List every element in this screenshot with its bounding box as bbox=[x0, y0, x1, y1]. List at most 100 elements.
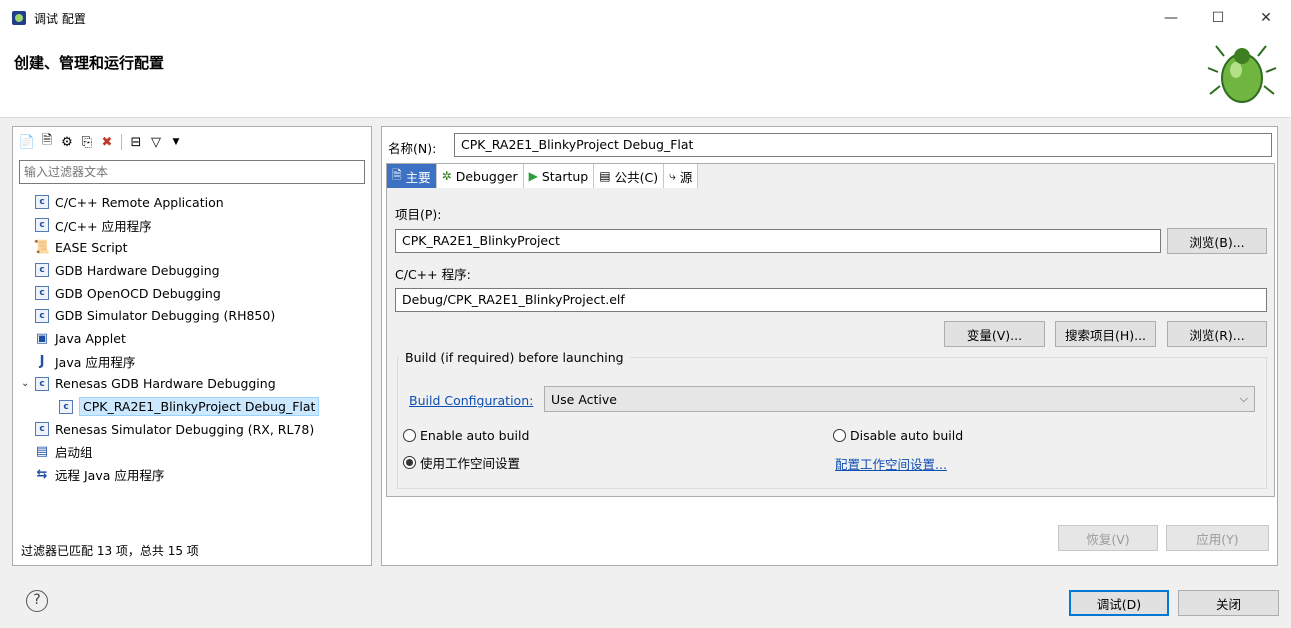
build-configuration-value: Use Active bbox=[551, 391, 617, 407]
tree-item-label: GDB OpenOCD Debugging bbox=[55, 285, 221, 301]
config-toolbar: 📄 🗎 ⚙ ⎘ ✖ ⊟ ▽ ▼ bbox=[19, 131, 184, 153]
tree-item-label: Java 应用程序 bbox=[55, 354, 136, 370]
c-icon: c bbox=[59, 399, 73, 414]
filter-icon[interactable]: ▽ bbox=[148, 134, 164, 150]
use-workspace-settings-radio[interactable]: 使用工作空间设置 bbox=[403, 453, 520, 472]
build-configuration-select[interactable]: Use Active ⌵ bbox=[544, 386, 1255, 412]
new-prototype-icon[interactable]: 🗎 bbox=[39, 133, 55, 150]
filter-input[interactable] bbox=[19, 160, 365, 184]
toolbar-separator bbox=[121, 134, 122, 150]
duplicate-icon[interactable]: ⎘ bbox=[79, 134, 95, 150]
tree-item[interactable]: c GDB Hardware Debugging bbox=[19, 259, 365, 282]
tree-item[interactable]: c GDB Simulator Debugging (RH850) bbox=[19, 304, 365, 327]
tree-item-label: Renesas GDB Hardware Debugging bbox=[55, 376, 276, 392]
tab-label: 源 bbox=[679, 169, 693, 185]
main-tab-icon: 🗎 bbox=[392, 167, 402, 182]
enable-auto-build-label: Enable auto build bbox=[420, 428, 530, 443]
dropdown-arrow-icon[interactable]: ▼ bbox=[168, 134, 184, 150]
radio-indicator-selected bbox=[403, 456, 416, 469]
maximize-button[interactable]: ☐ bbox=[1198, 6, 1238, 30]
tree-item[interactable]: ⇆ 远程 Java 应用程序 bbox=[19, 463, 365, 486]
c-icon: c bbox=[35, 376, 49, 391]
configuration-list-panel: 📄 🗎 ⚙ ⎘ ✖ ⊟ ▽ ▼ c C/C++ Remote Applicatio… bbox=[12, 126, 372, 566]
tab-label: Startup bbox=[541, 168, 589, 184]
disable-auto-build-label: Disable auto build bbox=[850, 428, 964, 443]
tree-item[interactable]: ⌄ c Renesas GDB Hardware Debugging bbox=[19, 373, 365, 396]
bug-banner-icon bbox=[1207, 45, 1277, 103]
c-icon: c bbox=[35, 195, 49, 210]
tree-item-label: EASE Script bbox=[55, 240, 128, 256]
build-group-title: Build (if required) before launching bbox=[399, 350, 630, 365]
name-label: 名称(N): bbox=[388, 141, 437, 156]
chevron-down-icon: ⌵ bbox=[1239, 392, 1248, 405]
delete-icon[interactable]: ✖ bbox=[99, 134, 115, 150]
tab-label: 主要 bbox=[405, 169, 431, 185]
project-field[interactable]: CPK_RA2E1_BlinkyProject bbox=[395, 229, 1161, 253]
close-button[interactable]: 关闭 bbox=[1178, 590, 1279, 616]
new-config-icon[interactable]: 📄 bbox=[19, 134, 35, 150]
program-field[interactable]: Debug/CPK_RA2E1_BlinkyProject.elf bbox=[395, 288, 1267, 312]
apply-button[interactable]: 应用(Y) bbox=[1166, 525, 1269, 551]
tree-item-label: GDB Simulator Debugging (RH850) bbox=[55, 308, 276, 324]
tab-4[interactable]: ⤷ 源 bbox=[664, 164, 699, 188]
c-icon: c bbox=[35, 218, 49, 233]
build-group-box bbox=[397, 357, 1267, 489]
applet-icon: ▣ bbox=[35, 330, 49, 346]
tree-item[interactable]: c GDB OpenOCD Debugging bbox=[19, 282, 365, 305]
project-label: 项目(P): bbox=[395, 207, 442, 222]
variables-button[interactable]: 变量(V)... bbox=[944, 321, 1045, 347]
browse-program-button[interactable]: 浏览(R)... bbox=[1167, 321, 1267, 347]
debug-button[interactable]: 调试(D) bbox=[1069, 590, 1169, 616]
tree-item[interactable]: ▣ Java Applet bbox=[19, 327, 365, 350]
tree-item-label: C/C++ 应用程序 bbox=[55, 218, 152, 234]
radio-indicator bbox=[403, 429, 416, 442]
use-workspace-settings-label: 使用工作空间设置 bbox=[420, 456, 521, 471]
debugger-tab-icon: ✲ bbox=[441, 169, 452, 183]
export-icon[interactable]: ⚙ bbox=[59, 134, 75, 150]
filter-status: 过滤器已匹配 13 项，总共 15 项 bbox=[21, 544, 199, 558]
tree-item[interactable]: c C/C++ Remote Application bbox=[19, 191, 365, 214]
expand-chevron-icon[interactable]: ⌄ bbox=[21, 378, 35, 389]
disable-auto-build-radio[interactable]: Disable auto build bbox=[833, 428, 963, 443]
program-label: C/C++ 程序: bbox=[395, 267, 471, 282]
tab-label: Debugger bbox=[455, 168, 518, 184]
tree-item[interactable]: c Renesas Simulator Debugging (RX, RL78) bbox=[19, 418, 365, 441]
window-title: 调试 配置 bbox=[34, 12, 86, 26]
build-configuration-link[interactable]: Build Configuration: bbox=[409, 393, 533, 408]
startup-tab-icon: ▶ bbox=[528, 169, 538, 183]
tab-1[interactable]: ✲ Debugger bbox=[436, 164, 524, 188]
tree-item-label: 远程 Java 应用程序 bbox=[55, 468, 165, 484]
collapse-all-icon[interactable]: ⊟ bbox=[128, 134, 144, 150]
c-icon: c bbox=[35, 286, 49, 301]
tree-item[interactable]: 📜 EASE Script bbox=[19, 236, 365, 259]
launch-group-icon: ▤ bbox=[35, 444, 49, 460]
minimize-button[interactable]: — bbox=[1151, 6, 1191, 30]
close-window-button[interactable]: ✕ bbox=[1246, 6, 1286, 30]
tree-item[interactable]: c CPK_RA2E1_BlinkyProject Debug_Flat bbox=[19, 395, 365, 418]
c-icon: c bbox=[35, 263, 49, 278]
config-tree: c C/C++ Remote Application c C/C++ 应用程序 📜 EAS… bbox=[19, 191, 365, 486]
tree-item[interactable]: ▤ 启动组 bbox=[19, 441, 365, 464]
tree-item[interactable]: c C/C++ 应用程序 bbox=[19, 214, 365, 237]
tab-2[interactable]: ▶ Startup bbox=[523, 164, 595, 188]
tree-item-label: 启动组 bbox=[55, 445, 93, 461]
script-icon: 📜 bbox=[33, 240, 51, 256]
search-project-button[interactable]: 搜索项目(H)... bbox=[1055, 321, 1156, 347]
enable-auto-build-radio[interactable]: Enable auto build bbox=[403, 428, 529, 443]
tab-bar: 🗎 主要 ✲ Debugger ▶ Startup ▤ 公共(C) ⤷ 源 bbox=[387, 164, 699, 188]
name-field[interactable]: CPK_RA2E1_BlinkyProject Debug_Flat bbox=[454, 133, 1272, 157]
help-icon[interactable]: ? bbox=[26, 590, 48, 612]
c-icon: c bbox=[35, 422, 49, 437]
tab-0[interactable]: 🗎 主要 bbox=[387, 164, 437, 188]
tab-3[interactable]: ▤ 公共(C) bbox=[594, 164, 665, 188]
tree-item-label: Renesas Simulator Debugging (RX, RL78) bbox=[55, 421, 315, 437]
tree-item[interactable]: J Java 应用程序 bbox=[19, 350, 365, 373]
browse-project-button[interactable]: 浏览(B)... bbox=[1167, 228, 1267, 254]
revert-button[interactable]: 恢复(V) bbox=[1058, 525, 1158, 551]
dialog-header: 创建、管理和运行配置 bbox=[0, 36, 1291, 118]
dialog-title: 创建、管理和运行配置 bbox=[14, 54, 165, 72]
app-icon bbox=[12, 11, 26, 25]
tree-item-label: C/C++ Remote Application bbox=[55, 194, 224, 210]
configure-workspace-link[interactable]: 配置工作空间设置... bbox=[835, 454, 947, 473]
common-tab-icon: ▤ bbox=[599, 169, 611, 183]
